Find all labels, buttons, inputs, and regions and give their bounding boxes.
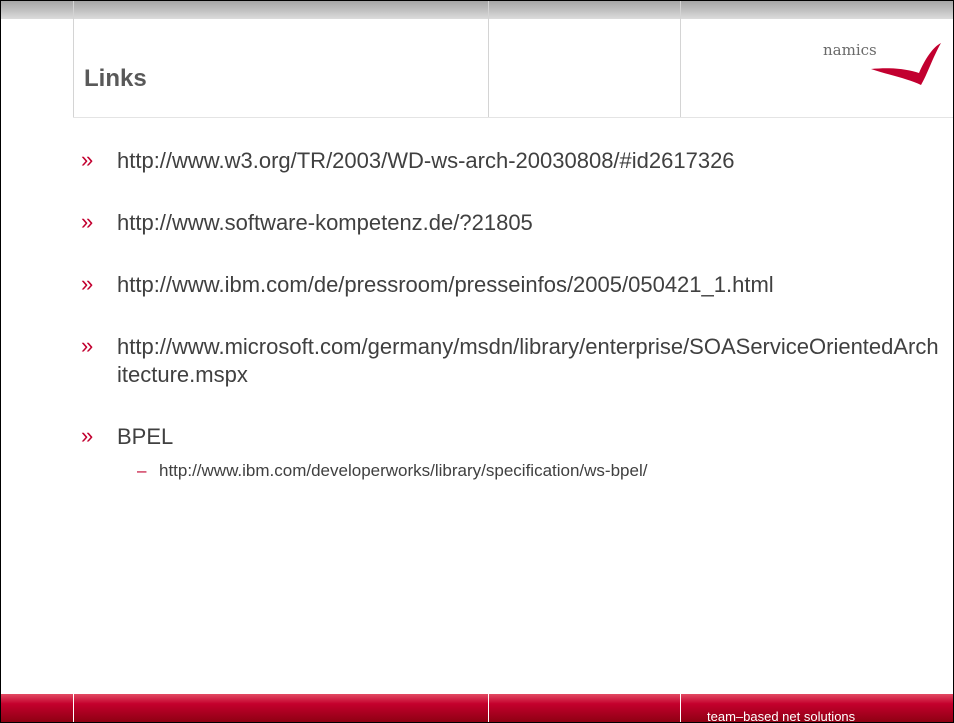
slide: Links namics » http://www.w3.org/TR/2003… <box>0 0 954 723</box>
link-text[interactable]: http://www.ibm.com/developerworks/librar… <box>159 461 647 480</box>
bullet-marker: » <box>81 147 94 172</box>
bullet-marker: » <box>81 333 94 358</box>
slide-title: Links <box>84 65 147 92</box>
list-item: » http://www.software-kompetenz.de/?2180… <box>81 209 941 237</box>
list-item: » http://www.w3.org/TR/2003/WD-ws-arch-2… <box>81 147 941 175</box>
sub-bullet-marker: – <box>137 461 147 480</box>
footer-divider <box>680 694 681 722</box>
link-text[interactable]: http://www.software-kompetenz.de/?21805 <box>117 210 533 235</box>
link-text[interactable]: http://www.ibm.com/de/pressroom/pressein… <box>117 272 774 297</box>
namics-logo: namics <box>809 39 947 91</box>
link-list: » http://www.w3.org/TR/2003/WD-ws-arch-2… <box>81 147 941 483</box>
link-text[interactable]: http://www.w3.org/TR/2003/WD-ws-arch-200… <box>117 148 735 173</box>
bullet-marker: » <box>81 423 94 448</box>
list-item: » http://www.ibm.com/de/pressroom/presse… <box>81 271 941 299</box>
title-divider <box>73 117 953 118</box>
footer-divider <box>488 694 489 722</box>
bpel-label: BPEL <box>117 424 174 449</box>
list-item: » http://www.microsoft.com/germany/msdn/… <box>81 333 941 389</box>
logo-wordmark: namics <box>823 41 877 59</box>
footer-tagline: team–based net solutions <box>707 709 856 723</box>
footer-divider <box>73 694 74 722</box>
list-item: » BPEL <box>81 423 941 451</box>
bullet-marker: » <box>81 271 94 296</box>
grid-divider <box>680 1 681 118</box>
grid-divider <box>488 1 489 118</box>
sub-list-item: – http://www.ibm.com/developerworks/libr… <box>81 459 941 483</box>
header-bar <box>1 1 953 19</box>
bullet-marker: » <box>81 209 94 234</box>
grid-divider <box>73 1 74 118</box>
link-text[interactable]: http://www.microsoft.com/germany/msdn/li… <box>117 334 939 387</box>
